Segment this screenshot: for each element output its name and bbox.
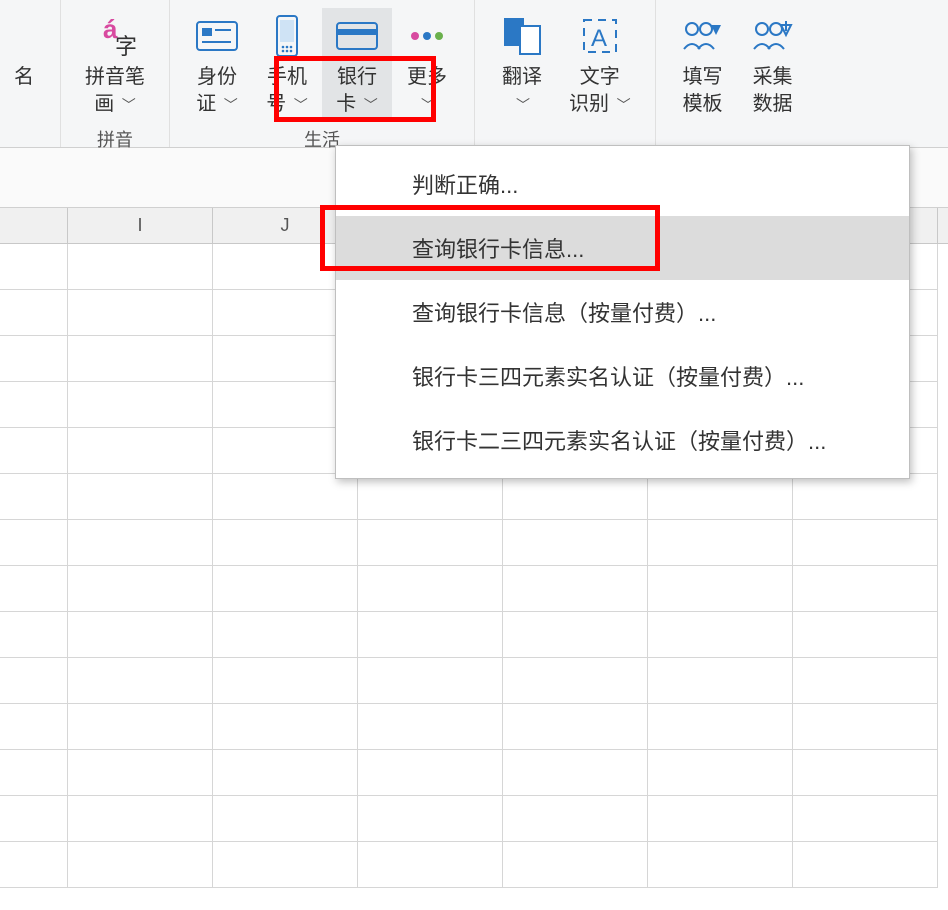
- ribbon-group-translate: 翻译 ﹀ A 文字 识别 ﹀: [475, 0, 656, 147]
- chevron-down-icon: ﹀: [516, 96, 530, 115]
- ribbon-label: 拼音笔 画: [85, 66, 145, 115]
- collect-data-button[interactable]: 采集 数据: [738, 8, 808, 122]
- ribbon-label: 翻译: [502, 66, 542, 88]
- svg-text:字: 字: [115, 34, 137, 58]
- fill-template-button[interactable]: 填写 模板: [668, 8, 738, 122]
- id-card-icon: [195, 14, 239, 58]
- column-header[interactable]: [0, 208, 68, 243]
- menu-item-verify-34[interactable]: 银行卡三四元素实名认证（按量付费）...: [336, 344, 909, 408]
- translate-icon: [500, 14, 544, 58]
- ribbon-group-cut: 名: [0, 0, 61, 147]
- menu-item-query-info-paid[interactable]: 查询银行卡信息（按量付费）...: [336, 280, 909, 344]
- bank-card-button[interactable]: 银行 卡 ﹀: [322, 8, 392, 122]
- bank-card-icon: [335, 14, 379, 58]
- chevron-down-icon: ﹀: [421, 96, 435, 115]
- chevron-down-icon: ﹀: [294, 96, 308, 115]
- column-header[interactable]: I: [68, 208, 213, 243]
- menu-item-verify-234[interactable]: 银行卡二三四元素实名认证（按量付费）...: [336, 408, 909, 472]
- chevron-down-icon: ﹀: [122, 96, 136, 115]
- ribbon-label: 更多: [407, 66, 447, 88]
- ribbon-label: 填写 模板: [683, 64, 723, 118]
- chevron-down-icon: ﹀: [617, 96, 631, 115]
- menu-item-query-info[interactable]: 查询银行卡信息...: [336, 216, 909, 280]
- ribbon-label: 采集 数据: [753, 64, 793, 118]
- pinyin-icon: á 字: [93, 14, 137, 58]
- ribbon-label: 文字 识别: [569, 66, 620, 115]
- translate-button[interactable]: 翻译 ﹀: [487, 8, 557, 122]
- chevron-down-icon: ﹀: [224, 96, 238, 115]
- ribbon-button-cut[interactable]: 名: [0, 8, 48, 143]
- phone-number-button[interactable]: 手机 号 ﹀: [252, 8, 322, 122]
- chevron-down-icon: ﹀: [364, 96, 378, 115]
- bank-card-dropdown-menu: 判断正确... 查询银行卡信息... 查询银行卡信息（按量付费）... 银行卡三…: [335, 145, 910, 479]
- phone-icon: [265, 14, 309, 58]
- more-button[interactable]: 更多 ﹀: [392, 8, 462, 122]
- ribbon-toolbar: 名 á 字 拼音笔 画 ﹀ 拼音: [0, 0, 948, 148]
- svg-text:A: A: [591, 25, 607, 52]
- pinyin-stroke-button[interactable]: á 字 拼音笔 画 ﹀: [73, 8, 157, 122]
- id-card-button[interactable]: 身份 证 ﹀: [182, 8, 252, 122]
- template-icon: [681, 14, 725, 58]
- menu-item-validate[interactable]: 判断正确...: [336, 152, 909, 216]
- ribbon-group-life: 身份 证 ﹀ 手机 号 ﹀: [170, 0, 475, 147]
- ribbon-group-data: 填写 模板 采集 数据: [656, 0, 820, 147]
- ribbon-group-pinyin: á 字 拼音笔 画 ﹀ 拼音: [61, 0, 170, 147]
- more-icon: [405, 14, 449, 58]
- ocr-icon: A: [578, 14, 622, 58]
- group-title: 拼音: [97, 122, 133, 154]
- collect-icon: [751, 14, 795, 58]
- ocr-button[interactable]: A 文字 识别 ﹀: [557, 8, 643, 122]
